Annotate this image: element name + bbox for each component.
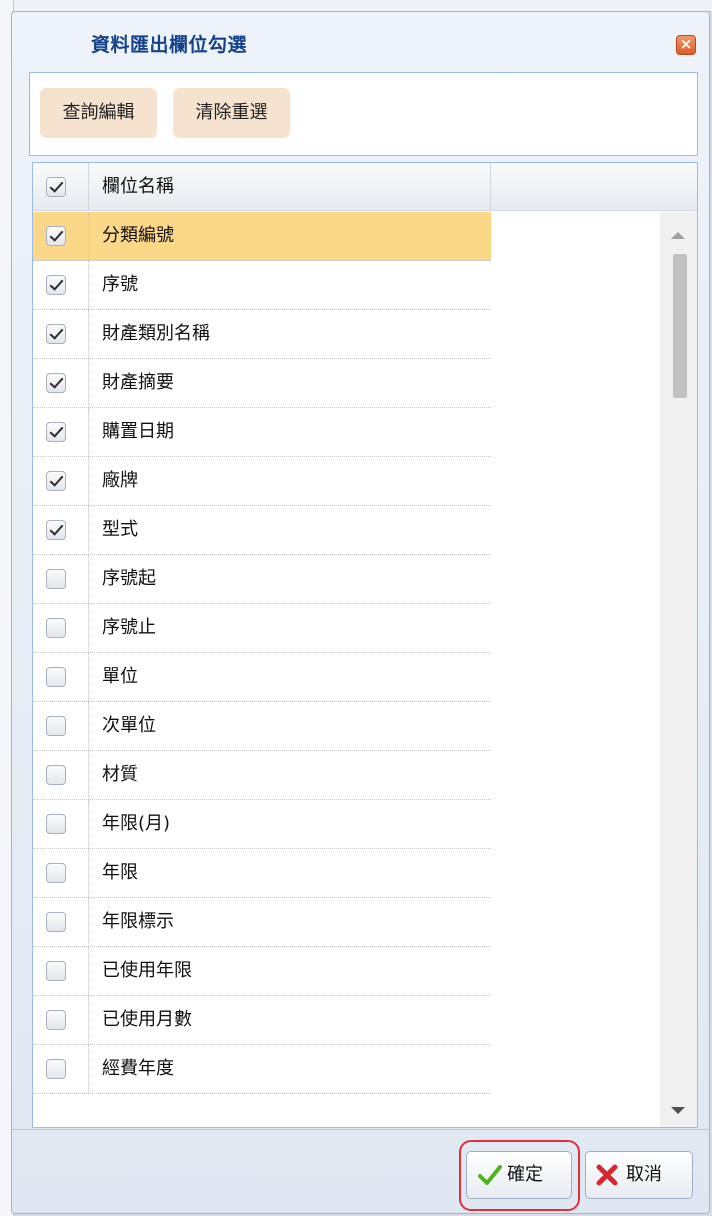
row-checkbox[interactable] (46, 1059, 66, 1079)
column-field-name: 序號 (102, 274, 138, 295)
column-field-name: 年限 (102, 862, 138, 883)
table-row[interactable]: 經費年度 (33, 1045, 491, 1094)
grid-header: 欄位名稱 (33, 163, 697, 211)
table-row[interactable]: 單位 (33, 653, 491, 702)
select-all-checkbox[interactable] (46, 177, 66, 197)
column-field-name: 廠牌 (102, 470, 138, 491)
scroll-down-arrow-icon[interactable] (671, 1107, 685, 1114)
row-checkbox[interactable] (46, 275, 66, 295)
column-field-name: 年限標示 (102, 911, 174, 932)
column-grid: 欄位名稱 分類編號序號財產類別名稱 財產摘要購置日期廠牌型式序號起序號止單位次單位… (32, 162, 698, 1128)
row-checkbox-cell (33, 555, 89, 603)
row-checkbox-cell (33, 849, 89, 897)
cancel-label: 取消 (626, 1164, 662, 1185)
row-checkbox[interactable] (46, 912, 66, 932)
row-checkbox[interactable] (46, 765, 66, 785)
header-checkbox-cell (33, 163, 89, 211)
table-row[interactable]: 財產類別名稱 (33, 310, 491, 359)
row-checkbox[interactable] (46, 667, 66, 687)
row-checkbox[interactable] (46, 716, 66, 736)
column-field-name: 分類編號 (102, 225, 174, 246)
row-checkbox-cell (33, 261, 89, 309)
table-row[interactable]: 財產摘要 (33, 359, 491, 408)
grid-rows: 分類編號序號財產類別名稱 財產摘要購置日期廠牌型式序號起序號止單位次單位材質年限(… (33, 212, 658, 1094)
dialog-footer: 確定 取消 (12, 1129, 709, 1213)
row-checkbox[interactable] (46, 961, 66, 981)
table-row[interactable]: 序號 (33, 261, 491, 310)
clear-reselect-button[interactable]: 清除重選 (173, 88, 290, 138)
scroll-up-arrow-icon[interactable] (671, 232, 685, 239)
row-checkbox-cell (33, 996, 89, 1044)
row-checkbox-cell (33, 457, 89, 505)
table-row[interactable]: 廠牌 (33, 457, 491, 506)
row-checkbox-cell (33, 359, 89, 407)
column-field-name: 材質 (102, 764, 138, 785)
column-field-name: 財產摘要 (102, 372, 174, 393)
confirm-label: 確定 (507, 1164, 543, 1185)
column-field-name: 購置日期 (102, 421, 174, 442)
row-checkbox-cell (33, 408, 89, 456)
column-name-header[interactable]: 欄位名稱 (90, 163, 491, 211)
close-icon[interactable]: × (676, 35, 696, 55)
table-row[interactable]: 年限標示 (33, 898, 491, 947)
row-checkbox-cell (33, 506, 89, 554)
query-edit-button[interactable]: 查詢編輯 (40, 88, 157, 138)
confirm-button[interactable]: 確定 (466, 1151, 572, 1199)
table-row[interactable]: 已使用月數 (33, 996, 491, 1045)
row-checkbox[interactable] (46, 324, 66, 344)
row-checkbox-cell (33, 702, 89, 750)
dialog-toolbar: 查詢編輯 清除重選 (29, 72, 698, 156)
table-row[interactable]: 年限 (33, 849, 491, 898)
row-checkbox[interactable] (46, 373, 66, 393)
table-row[interactable]: 已使用年限 (33, 947, 491, 996)
export-column-dialog: 資料匯出欄位勾選 × 查詢編輯 清除重選 欄位名稱 分類編號序號財產類別名稱 財產… (11, 11, 710, 1214)
column-field-name: 次單位 (102, 715, 156, 736)
row-checkbox-cell (33, 1045, 89, 1093)
column-field-name: 已使用年限 (102, 960, 192, 981)
column-field-name: 序號起 (102, 568, 156, 589)
row-checkbox[interactable] (46, 618, 66, 638)
column-field-name: 年限(月) (102, 813, 171, 834)
row-checkbox-cell (33, 751, 89, 799)
table-row[interactable]: 序號止 (33, 604, 491, 653)
row-checkbox[interactable] (46, 471, 66, 491)
row-checkbox[interactable] (46, 520, 66, 540)
row-checkbox[interactable] (46, 1010, 66, 1030)
column-field-name: 型式 (102, 519, 138, 540)
row-checkbox[interactable] (46, 226, 66, 246)
table-row[interactable]: 購置日期 (33, 408, 491, 457)
row-checkbox[interactable] (46, 422, 66, 442)
column-field-name: 單位 (102, 666, 138, 687)
column-field-name: 財產類別名稱 (102, 323, 210, 344)
table-row[interactable]: 序號起 (33, 555, 491, 604)
table-row[interactable]: 型式 (33, 506, 491, 555)
row-checkbox-cell (33, 604, 89, 652)
column-field-name: 已使用月數 (102, 1009, 192, 1030)
grid-scrollbar[interactable] (660, 212, 697, 1127)
row-checkbox-cell (33, 653, 89, 701)
dialog-title: 資料匯出欄位勾選 (91, 34, 248, 56)
row-checkbox[interactable] (46, 863, 66, 883)
table-row[interactable]: 次單位 (33, 702, 491, 751)
column-field-name: 經費年度 (102, 1058, 174, 1079)
checkmark-icon (478, 1165, 502, 1185)
column-field-name: 序號止 (102, 617, 156, 638)
row-checkbox-cell (33, 898, 89, 946)
table-row[interactable]: 分類編號 (33, 212, 491, 261)
scroll-thumb[interactable] (673, 254, 687, 398)
row-checkbox-cell (33, 310, 89, 358)
cancel-button[interactable]: 取消 (585, 1151, 693, 1199)
row-checkbox[interactable] (46, 814, 66, 834)
table-row[interactable]: 材質 (33, 751, 491, 800)
row-checkbox[interactable] (46, 569, 66, 589)
dialog-titlebar[interactable]: 資料匯出欄位勾選 × (12, 12, 709, 70)
row-checkbox-cell (33, 947, 89, 995)
table-row[interactable]: 年限(月) (33, 800, 491, 849)
row-checkbox-cell (33, 212, 89, 260)
row-checkbox-cell (33, 800, 89, 848)
x-icon (596, 1164, 618, 1186)
